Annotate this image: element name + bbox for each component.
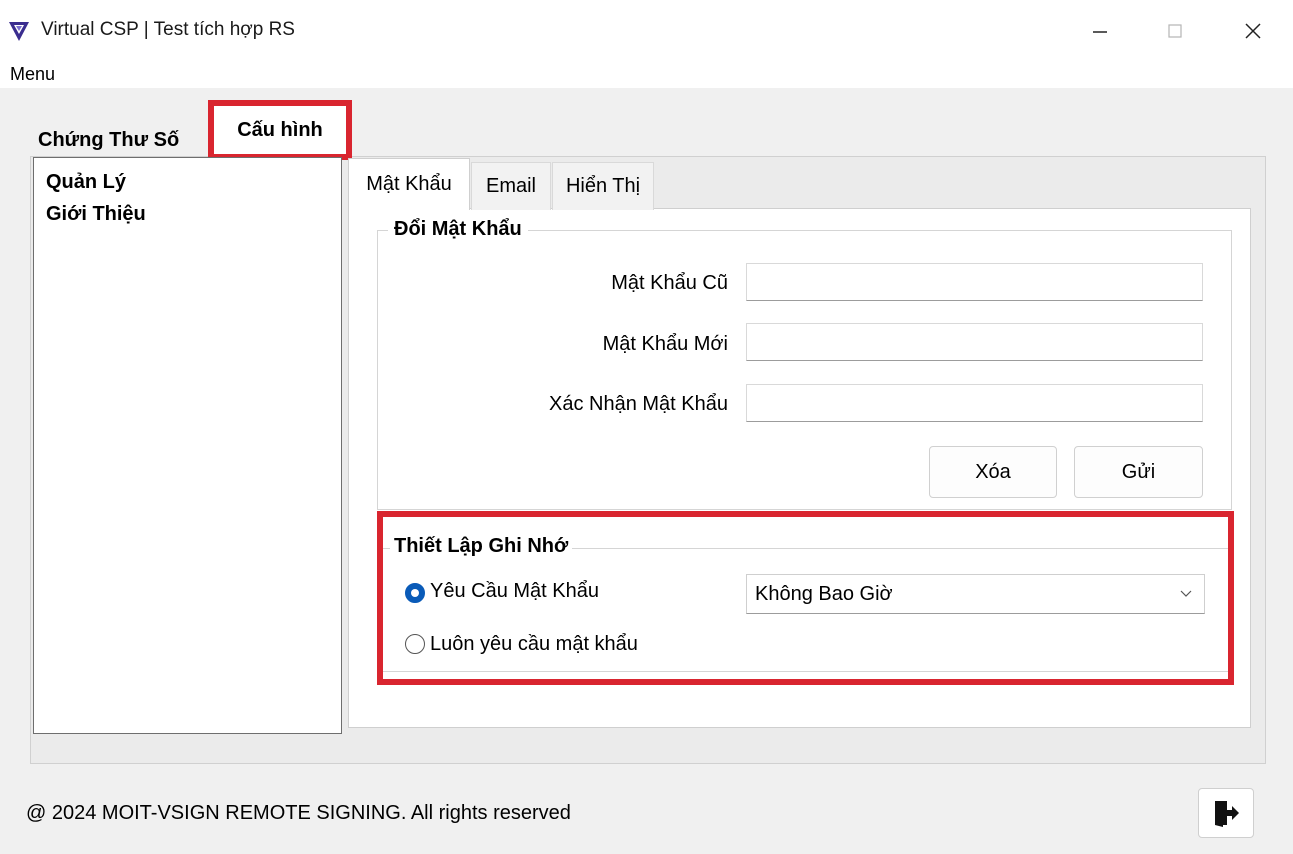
new-password-field[interactable] xyxy=(746,323,1203,361)
close-button[interactable] xyxy=(1233,14,1273,48)
maximize-icon xyxy=(1168,24,1182,38)
close-icon xyxy=(1245,23,1261,39)
list-item-about[interactable]: Giới Thiệu xyxy=(46,198,341,230)
window-title: Virtual CSP | Test tích hợp RS xyxy=(41,19,295,40)
old-password-field[interactable] xyxy=(746,263,1203,301)
change-password-title: Đổi Mật Khẩu xyxy=(388,218,528,241)
minimize-button[interactable] xyxy=(1080,14,1120,48)
tab-email[interactable]: Email xyxy=(471,162,551,210)
menu-bar xyxy=(0,58,1293,88)
maximize-button[interactable] xyxy=(1155,14,1195,48)
old-password-label: Mật Khẩu Cũ xyxy=(611,272,728,294)
confirm-password-label: Xác Nhận Mật Khẩu xyxy=(549,393,728,415)
new-password-label: Mật Khẩu Mới xyxy=(602,333,728,355)
list-item-manage[interactable]: Quản Lý xyxy=(46,166,341,198)
menu-item-menu[interactable]: Menu xyxy=(10,64,55,85)
tab-configuration[interactable]: Cấu hình xyxy=(208,100,352,160)
tab-certificates[interactable]: Chứng Thư Số xyxy=(34,122,206,158)
confirm-password-field[interactable] xyxy=(746,384,1203,422)
vsign-logo-icon xyxy=(8,20,30,42)
copyright-text: @ 2024 MOIT-VSIGN REMOTE SIGNING. All ri… xyxy=(26,802,571,824)
minimize-icon xyxy=(1093,31,1107,33)
clear-button[interactable]: Xóa xyxy=(929,446,1057,498)
exit-icon xyxy=(1215,801,1239,827)
remember-settings-highlight xyxy=(377,511,1234,685)
tab-password[interactable]: Mật Khẩu xyxy=(348,158,470,210)
tab-display[interactable]: Hiển Thị xyxy=(552,162,654,210)
left-nav-list: Quản Lý Giới Thiệu xyxy=(33,157,342,734)
exit-button[interactable] xyxy=(1198,788,1254,838)
tab-configuration-label: Cấu hình xyxy=(237,118,323,141)
send-button[interactable]: Gửi xyxy=(1074,446,1203,498)
